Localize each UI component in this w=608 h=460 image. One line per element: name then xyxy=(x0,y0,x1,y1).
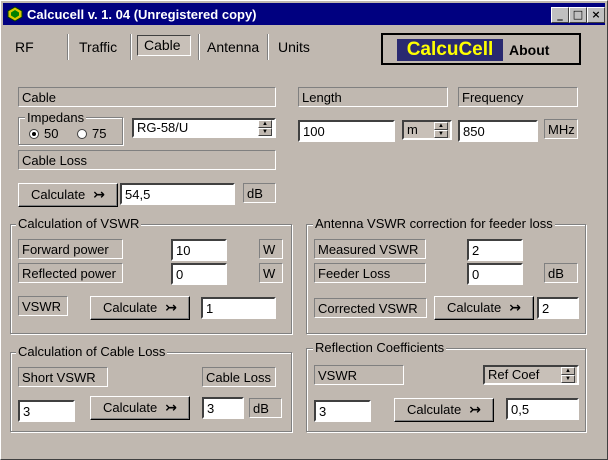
arrow-right-icon: ↣ xyxy=(165,400,177,416)
minimize-button[interactable]: _ xyxy=(551,7,569,23)
tab-separator xyxy=(267,34,269,60)
length-label: Length xyxy=(298,87,448,107)
tab-units[interactable]: Units xyxy=(278,37,310,57)
tab-traffic[interactable]: Traffic xyxy=(79,37,117,57)
short-vswr-label: Short VSWR xyxy=(18,367,108,387)
maximize-button[interactable]: □ xyxy=(569,7,587,23)
feeder-loss-label: Feeder Loss xyxy=(314,263,426,283)
cable-loss-unit: dB xyxy=(243,183,276,203)
short-vswr-input[interactable]: 3 xyxy=(18,400,75,422)
tab-separator xyxy=(67,34,69,60)
frequency-input[interactable]: 850 xyxy=(458,120,538,142)
forward-power-unit: W xyxy=(259,239,283,259)
corrected-vswr-label: Corrected VSWR xyxy=(314,298,427,318)
impedance-group-title: Impedans xyxy=(25,110,87,125)
reflected-power-label: Reflected power xyxy=(18,263,123,283)
feeder-loss-unit: dB xyxy=(544,263,578,283)
measured-vswr-input[interactable]: 2 xyxy=(467,239,523,261)
cable-loss-group-title: Calculation of Cable Loss xyxy=(16,344,168,359)
reflection-vswr-input[interactable]: 3 xyxy=(314,400,371,422)
cable-loss-result-label: Cable Loss xyxy=(202,367,276,387)
corrected-vswr-result[interactable]: 2 xyxy=(537,297,579,319)
measured-vswr-label: Measured VSWR xyxy=(314,239,426,259)
calculate-label: Calculate xyxy=(31,187,86,202)
forward-power-input[interactable]: 10 xyxy=(171,239,227,261)
calculate-label: Calculate xyxy=(103,300,158,315)
main-window: Calcucell v. 1. 04 (Unregistered copy) _… xyxy=(0,0,608,460)
frequency-unit: MHz xyxy=(544,119,578,139)
tab-rf[interactable]: RF xyxy=(15,37,34,57)
forward-power-label: Forward power xyxy=(18,239,123,259)
radio-50[interactable] xyxy=(29,129,39,139)
cable-loss-label: Cable Loss xyxy=(18,150,276,170)
calcucell-logo: CalcuCell xyxy=(397,39,503,61)
cable-loss-result[interactable]: 54,5 xyxy=(120,183,235,205)
arrow-right-icon: ↣ xyxy=(469,402,481,418)
calculate-label: Calculate xyxy=(407,402,462,417)
arrow-right-icon: ↣ xyxy=(165,300,177,316)
radio-50-label: 50 xyxy=(44,126,59,141)
calculate-corrected-vswr-button[interactable]: Calculate ↣ xyxy=(434,296,534,320)
about-label: About xyxy=(509,42,550,58)
calculate-vswr-button[interactable]: Calculate ↣ xyxy=(90,296,190,320)
length-unit-select[interactable]: m ▲ ▼ xyxy=(402,120,452,140)
ref-coef-value: Ref Coef xyxy=(488,367,540,382)
arrow-right-icon: ↣ xyxy=(93,187,105,203)
short-cable-loss-unit: dB xyxy=(249,398,282,418)
vswr-result[interactable]: 1 xyxy=(201,297,276,319)
frequency-label: Frequency xyxy=(458,87,578,107)
length-unit-spinner[interactable]: ▲ ▼ xyxy=(434,122,448,138)
short-cable-loss-result[interactable]: 3 xyxy=(202,397,244,419)
calculate-label: Calculate xyxy=(103,400,158,415)
calculate-cable-loss-button[interactable]: Calculate ↣ xyxy=(18,183,118,207)
close-button[interactable]: × xyxy=(587,7,605,23)
window-title: Calcucell v. 1. 04 (Unregistered copy) xyxy=(27,7,257,22)
title-bar[interactable]: Calcucell v. 1. 04 (Unregistered copy) _… xyxy=(3,3,605,25)
radio-75-label: 75 xyxy=(92,126,107,141)
ref-coef-spinner[interactable]: ▲ ▼ xyxy=(561,367,575,383)
calculate-reflection-button[interactable]: Calculate ↣ xyxy=(394,398,494,422)
cable-section-label: Cable xyxy=(18,87,276,107)
reflected-power-unit: W xyxy=(259,263,283,283)
arrow-right-icon: ↣ xyxy=(509,300,521,316)
radio-75[interactable] xyxy=(77,129,87,139)
feeder-loss-input[interactable]: 0 xyxy=(467,263,523,285)
cable-type-value: RG-58/U xyxy=(137,120,189,135)
about-button[interactable]: CalcuCell About xyxy=(381,33,581,65)
cable-type-select[interactable]: RG-58/U ▲ ▼ xyxy=(132,118,276,138)
tab-antenna[interactable]: Antenna xyxy=(207,37,259,57)
ref-coef-select[interactable]: Ref Coef ▲ ▼ xyxy=(483,365,579,385)
tab-cable[interactable]: Cable xyxy=(137,35,191,56)
tab-separator xyxy=(130,34,132,60)
reflection-result[interactable]: 0,5 xyxy=(506,398,579,420)
app-icon xyxy=(7,6,23,22)
tab-separator xyxy=(198,34,200,60)
calculate-label: Calculate xyxy=(447,300,502,315)
reflection-vswr-label: VSWR xyxy=(314,365,404,385)
length-unit-value: m xyxy=(407,122,418,137)
reflected-power-input[interactable]: 0 xyxy=(171,263,227,285)
calculate-short-cable-loss-button[interactable]: Calculate ↣ xyxy=(90,396,190,420)
cable-type-spinner[interactable]: ▲ ▼ xyxy=(258,120,272,136)
antenna-vswr-group-title: Antenna VSWR correction for feeder loss xyxy=(313,216,555,231)
length-input[interactable]: 100 xyxy=(298,120,395,142)
vswr-group-title: Calculation of VSWR xyxy=(16,216,142,231)
reflection-group-title: Reflection Coefficients xyxy=(313,340,447,355)
vswr-result-label: VSWR xyxy=(18,296,68,316)
